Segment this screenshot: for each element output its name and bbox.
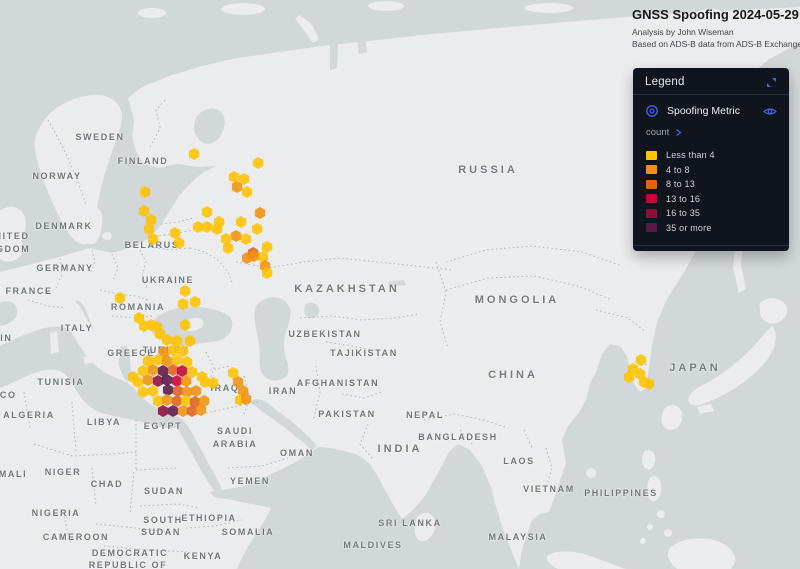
legend-item: 35 or more — [646, 221, 777, 236]
legend-items: Less than 4 4 to 8 8 to 13 13 to 16 16 to 35… — [633, 140, 789, 243]
collapse-arrows-icon[interactable] — [766, 77, 777, 88]
layer-name: Spoofing Metric — [667, 105, 740, 117]
hex-bin[interactable] — [140, 186, 151, 198]
subtitle-author: Analysis by John Wiseman — [632, 26, 800, 38]
layer-circle-icon — [645, 104, 659, 118]
page-title: GNSS Spoofing 2024-05-29 — [632, 7, 800, 22]
hex-bin[interactable] — [163, 384, 174, 396]
hex-bin[interactable] — [189, 148, 200, 160]
field-name: count — [646, 127, 669, 138]
hex-bin[interactable] — [172, 375, 183, 387]
hex-bin[interactable] — [178, 405, 189, 417]
legend-title: Legend — [645, 76, 685, 88]
hex-bin[interactable] — [187, 366, 198, 378]
title-block: GNSS Spoofing 2024-05-29 Analysis by Joh… — [632, 7, 800, 51]
field-selector[interactable]: count — [633, 121, 789, 140]
hex-bin[interactable] — [242, 186, 253, 198]
hex-bin[interactable] — [138, 386, 149, 398]
legend-panel: Legend Spoofing Metric — [633, 68, 789, 251]
hex-bin[interactable] — [241, 233, 252, 245]
hex-bin[interactable] — [202, 221, 213, 233]
legend-item-label: 4 to 8 — [666, 165, 690, 175]
hex-bin[interactable] — [148, 385, 159, 397]
hex-bin[interactable] — [180, 285, 191, 297]
legend-swatch — [646, 180, 657, 189]
legend-item: Less than 4 — [646, 148, 777, 163]
hex-bin[interactable] — [153, 395, 164, 407]
legend-swatch — [646, 151, 657, 160]
hex-bin[interactable] — [162, 394, 173, 406]
legend-item: 8 to 13 — [646, 177, 777, 192]
hex-bin[interactable] — [178, 298, 189, 310]
hex-bin[interactable] — [185, 335, 196, 347]
legend-item-label: 35 or more — [666, 223, 712, 233]
hex-bin[interactable] — [181, 395, 192, 407]
hex-bin[interactable] — [178, 345, 189, 357]
eye-icon[interactable] — [763, 106, 777, 117]
hex-bin[interactable] — [158, 405, 169, 417]
legend-swatch — [646, 209, 657, 218]
hex-bin[interactable] — [252, 223, 263, 235]
chevron-right-icon — [675, 128, 682, 137]
legend-item: 4 to 8 — [646, 163, 777, 178]
hex-bin[interactable] — [229, 171, 240, 183]
subtitle-source: Based on ADS-B data from ADS-B Exchange — [632, 38, 800, 50]
legend-swatch — [646, 194, 657, 203]
legend-item-label: 13 to 16 — [666, 194, 700, 204]
legend-footer — [633, 245, 789, 251]
hex-bin[interactable] — [255, 207, 266, 219]
legend-swatch — [646, 223, 657, 232]
hex-bin[interactable] — [190, 296, 201, 308]
hex-bin[interactable] — [153, 375, 164, 387]
hex-bin[interactable] — [236, 216, 247, 228]
hex-bin[interactable] — [180, 319, 191, 331]
hex-bin[interactable] — [173, 385, 184, 397]
hex-bin[interactable] — [231, 230, 242, 242]
map-app: UNITEDKINGDOMNORWAYSWEDENFINLANDDENMARKR… — [0, 0, 800, 569]
legend-swatch — [646, 165, 657, 174]
hex-bin[interactable] — [115, 292, 126, 304]
hex-bin[interactable] — [191, 385, 202, 397]
hex-bin[interactable] — [139, 205, 150, 217]
legend-item-label: 16 to 35 — [666, 208, 700, 218]
hex-bin[interactable] — [253, 157, 264, 169]
layer-row: Spoofing Metric — [633, 95, 789, 121]
hex-bin[interactable] — [202, 206, 213, 218]
hex-bin[interactable] — [636, 354, 647, 366]
legend-item-label: Less than 4 — [666, 150, 715, 160]
legend-item: 16 to 35 — [646, 206, 777, 221]
legend-item-label: 8 to 13 — [666, 179, 695, 189]
hex-bin[interactable] — [193, 221, 204, 233]
legend-item: 13 to 16 — [646, 192, 777, 207]
